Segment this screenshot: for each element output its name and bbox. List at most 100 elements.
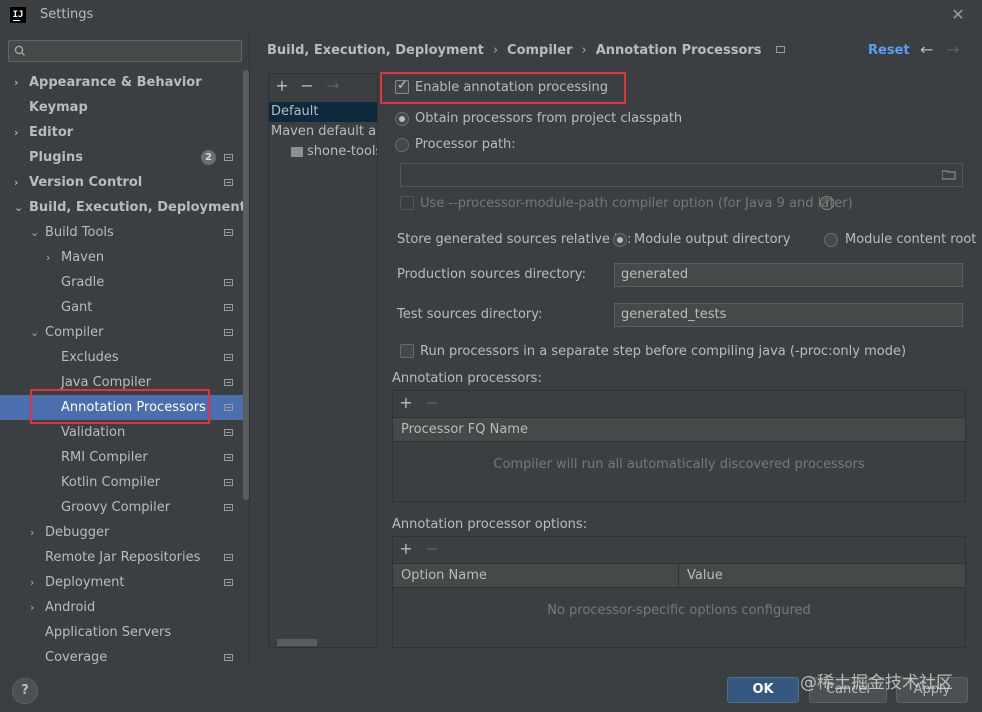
- sidebar-item-excludes[interactable]: Excludes: [0, 345, 249, 370]
- annotation-processors-toolbar: + −: [393, 391, 965, 417]
- project-scope-icon: [224, 304, 233, 311]
- project-scope-icon: [224, 454, 233, 461]
- empty-table-message: No processor-specific options configured: [547, 603, 811, 618]
- sidebar-item-label: Deployment: [45, 575, 125, 590]
- profile-item-maven-default[interactable]: Maven default annotation processors prof…: [269, 122, 377, 142]
- module-folder-icon: [291, 147, 303, 157]
- sidebar-item-maven[interactable]: › Maven: [0, 245, 249, 270]
- sidebar-item-plugins[interactable]: Plugins 2: [0, 145, 249, 170]
- sidebar-item-debugger[interactable]: › Debugger: [0, 520, 249, 545]
- add-profile-button[interactable]: +: [273, 77, 291, 95]
- chevron-right-icon[interactable]: ›: [14, 70, 24, 95]
- reset-link[interactable]: Reset: [868, 43, 910, 58]
- column-header-processor-fq-name[interactable]: Processor FQ Name: [393, 418, 528, 442]
- chevron-down-icon[interactable]: ⌄: [30, 320, 40, 345]
- sidebar-item-rmi-compiler[interactable]: RMI Compiler: [0, 445, 249, 470]
- enable-annotation-processing-checkbox[interactable]: ✓: [395, 78, 409, 94]
- chevron-right-icon[interactable]: ›: [30, 520, 40, 545]
- sidebar-item-label: Compiler: [45, 325, 104, 340]
- add-option-button[interactable]: +: [397, 540, 415, 558]
- chevron-down-icon[interactable]: ⌄: [30, 220, 40, 245]
- breadcrumb-item[interactable]: Compiler: [507, 43, 572, 58]
- sidebar-item-label: Keymap: [29, 100, 88, 115]
- sidebar-item-label: Build Tools: [45, 225, 114, 240]
- sidebar-item-kotlin-compiler[interactable]: Kotlin Compiler: [0, 470, 249, 495]
- project-scope-icon: [224, 279, 233, 286]
- highlight-box: [30, 389, 210, 424]
- profiles-horizontal-scrollbar[interactable]: [277, 639, 317, 646]
- sidebar-item-gant[interactable]: Gant: [0, 295, 249, 320]
- project-scope-icon: [224, 404, 233, 411]
- chevron-down-icon[interactable]: ⌄: [14, 195, 24, 220]
- profile-item-default[interactable]: Default: [269, 102, 377, 122]
- sidebar-item-remote-jar-repositories[interactable]: Remote Jar Repositories: [0, 545, 249, 570]
- module-content-root-radio[interactable]: [824, 233, 838, 247]
- sidebar-item-appearance-behavior[interactable]: › Appearance & Behavior: [0, 70, 249, 95]
- annotation-processors-title: Annotation processors:: [392, 371, 542, 386]
- remove-processor-button: −: [425, 393, 439, 412]
- module-output-directory-radio[interactable]: [613, 233, 627, 247]
- project-scope-icon: [224, 379, 233, 386]
- sidebar-item-build-tools[interactable]: ⌄ Build Tools: [0, 220, 249, 245]
- project-scope-icon: [224, 154, 233, 161]
- store-generated-label: Store generated sources relative to:: [397, 232, 632, 247]
- project-scope-icon: [224, 179, 233, 186]
- sidebar-item-label: Excludes: [61, 350, 119, 365]
- ok-button[interactable]: OK: [727, 677, 799, 703]
- chevron-right-icon[interactable]: ›: [46, 245, 56, 270]
- forward-arrow-icon: →: [946, 40, 960, 59]
- chevron-right-icon[interactable]: ›: [30, 570, 40, 595]
- chevron-right-icon[interactable]: ›: [14, 120, 24, 145]
- sidebar-item-coverage[interactable]: Coverage: [0, 645, 249, 666]
- module-content-root-label: Module content root: [845, 232, 977, 247]
- move-to-profile-button: →: [326, 76, 340, 95]
- sidebar-item-label: Build, Execution, Deployment: [29, 200, 246, 215]
- options-toolbar: + −: [393, 537, 965, 563]
- back-arrow-icon[interactable]: ←: [920, 40, 933, 59]
- browse-folder-icon[interactable]: [942, 170, 956, 180]
- search-input[interactable]: [8, 40, 242, 62]
- sidebar-item-application-servers[interactable]: Application Servers: [0, 620, 249, 645]
- annotation-processors-table: + − Processor FQ Name Compiler will run …: [392, 390, 966, 502]
- sidebar-item-build-execution-deployment[interactable]: ⌄ Build, Execution, Deployment: [0, 195, 249, 220]
- production-sources-field[interactable]: generated: [614, 263, 963, 287]
- profile-module-shone-tools[interactable]: shone-tools: [269, 142, 377, 162]
- updates-badge: 2: [201, 150, 216, 165]
- sidebar-item-deployment[interactable]: › Deployment: [0, 570, 249, 595]
- breadcrumb: Build, Execution, Deployment › Compiler › An…: [267, 43, 785, 61]
- sidebar-item-label: Gradle: [61, 275, 105, 290]
- help-icon[interactable]: ?: [820, 196, 834, 210]
- obtain-from-classpath-radio[interactable]: [395, 112, 409, 126]
- module-label: shone-tools: [307, 144, 377, 159]
- sidebar-item-groovy-compiler[interactable]: Groovy Compiler: [0, 495, 249, 520]
- separate-step-checkbox[interactable]: [400, 344, 414, 358]
- sidebar-item-keymap[interactable]: Keymap: [0, 95, 249, 120]
- breadcrumb-item[interactable]: Build, Execution, Deployment: [267, 43, 484, 58]
- separate-step-label: Run processors in a separate step before…: [420, 344, 907, 359]
- sidebar-scrollbar[interactable]: [243, 70, 249, 500]
- column-header-value[interactable]: Value: [679, 564, 723, 588]
- processor-path-radio[interactable]: [395, 138, 409, 152]
- profiles-toolbar: + − →: [269, 74, 377, 100]
- processor-path-field[interactable]: [400, 163, 963, 187]
- chevron-right-icon[interactable]: ›: [30, 595, 40, 620]
- project-scope-icon: [224, 429, 233, 436]
- search-icon: [14, 45, 25, 56]
- chevron-right-icon[interactable]: ›: [14, 170, 24, 195]
- sidebar-item-android[interactable]: › Android: [0, 595, 249, 620]
- sidebar-item-label: Groovy Compiler: [61, 500, 171, 515]
- remove-profile-button[interactable]: −: [298, 77, 316, 95]
- sidebar-item-compiler[interactable]: ⌄ Compiler: [0, 320, 249, 345]
- intellij-logo-icon: IJ: [10, 7, 26, 23]
- sidebar-item-editor[interactable]: › Editor: [0, 120, 249, 145]
- add-processor-button[interactable]: +: [397, 394, 415, 412]
- sidebar-item-gradle[interactable]: Gradle: [0, 270, 249, 295]
- close-icon[interactable]: ✕: [946, 4, 970, 26]
- sidebar-item-version-control[interactable]: › Version Control: [0, 170, 249, 195]
- column-header-option-name[interactable]: Option Name: [393, 564, 679, 588]
- project-scope-icon: [224, 579, 233, 586]
- help-button[interactable]: ?: [12, 678, 38, 704]
- test-sources-field[interactable]: generated_tests: [614, 303, 963, 327]
- processor-module-path-label: Use --processor-module-path compiler opt…: [420, 196, 853, 211]
- project-scope-icon: [224, 554, 233, 561]
